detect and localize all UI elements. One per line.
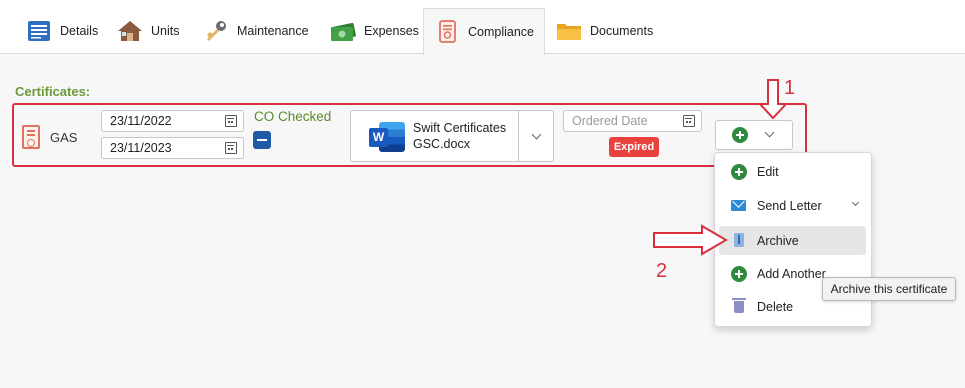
annotation-overlay (653, 79, 789, 256)
step-number-2: 2 (656, 260, 668, 282)
right-arrow-annotation (653, 224, 728, 256)
step-number-1: 1 (784, 77, 796, 99)
down-arrow-annotation (757, 79, 789, 120)
